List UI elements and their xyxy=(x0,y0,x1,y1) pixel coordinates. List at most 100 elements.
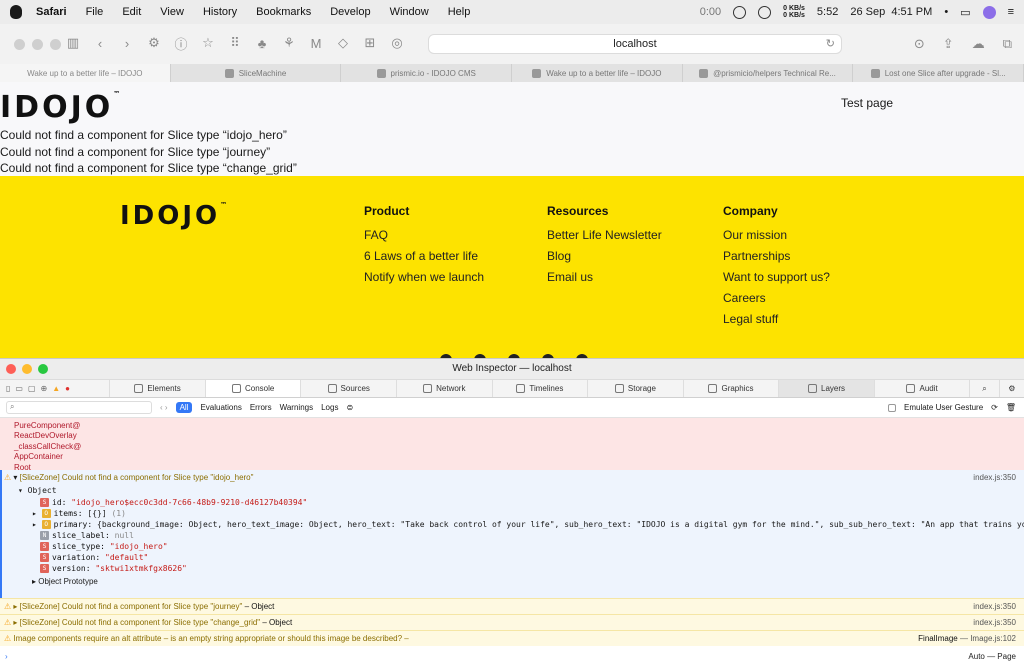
stack-frame[interactable]: ReactDevOverlay xyxy=(14,431,1010,441)
prop-primary[interactable]: ▸ Oprimary: {background_image: Object, h… xyxy=(32,520,1024,529)
tab-graphics[interactable]: Graphics xyxy=(682,380,779,397)
minimize-window-button[interactable] xyxy=(32,38,43,50)
timer-readout[interactable]: 0:00 xyxy=(700,6,721,18)
warning-header[interactable]: ⚠ ▾ [SliceZone] Could not find a compone… xyxy=(4,473,1024,482)
extension-icon-3[interactable]: M xyxy=(309,36,323,51)
tab-3[interactable]: prismic.io - IDOJO CMS xyxy=(341,64,513,82)
reload-icon[interactable]: ⟳ xyxy=(991,403,998,412)
source-link[interactable]: index.js:350 xyxy=(973,618,1016,627)
filter-all-button[interactable]: All xyxy=(175,402,193,413)
warning-count-icon[interactable]: ▲ xyxy=(52,384,60,393)
execution-context-selector[interactable]: Auto — Page xyxy=(968,652,1016,661)
filter-input[interactable]: ⌕ xyxy=(6,401,152,414)
extension-icon-4[interactable]: ◇ xyxy=(336,35,350,50)
menu-edit[interactable]: Edit xyxy=(122,6,141,18)
tab-4[interactable]: Wake up to a better life – IDOJO xyxy=(512,64,683,82)
zoom-window-button[interactable] xyxy=(50,38,61,50)
star-icon[interactable]: ☆ xyxy=(201,35,215,50)
close-window-button[interactable] xyxy=(14,38,25,50)
tab-console[interactable]: Console xyxy=(204,380,301,397)
menu-bookmarks[interactable]: Bookmarks xyxy=(256,6,311,18)
trash-icon[interactable]: 🗑 xyxy=(1006,403,1016,412)
stack-frame[interactable]: PureComponent@ xyxy=(14,421,1010,431)
download-icon[interactable]: ⊙ xyxy=(914,36,925,52)
tab-audit[interactable]: Audit xyxy=(873,380,970,397)
footer-link[interactable]: Our mission xyxy=(723,228,830,242)
battery-time[interactable]: 5:52 xyxy=(817,6,838,18)
tab-elements[interactable]: Elements xyxy=(109,380,205,397)
object-root[interactable]: ▾ Object xyxy=(18,486,1024,495)
footer-logo[interactable]: IDOJO™ xyxy=(120,201,227,231)
info-icon[interactable]: ⓘ xyxy=(174,36,188,52)
footer-link[interactable]: Want to support us? xyxy=(723,270,830,284)
footer-link[interactable]: Legal stuff xyxy=(723,312,830,326)
dot-icon[interactable]: • xyxy=(944,6,948,18)
console-warning-row[interactable]: ⚠ ▸ [SliceZone] Could not find a compone… xyxy=(0,598,1024,614)
reload-icon[interactable]: ↻ xyxy=(826,35,835,54)
extension-icon-5[interactable]: ⊞ xyxy=(363,35,377,50)
inspector-zoom-button[interactable] xyxy=(38,364,48,374)
site-logo[interactable]: IDOJO™ xyxy=(0,90,120,125)
nav-arrows-icon[interactable]: ‹ › xyxy=(160,403,168,412)
stack-frame[interactable]: _classCallCheck@ xyxy=(14,442,1010,452)
filter-errors-button[interactable]: Errors xyxy=(250,403,272,412)
control-center-icon[interactable]: ▭ xyxy=(960,6,970,19)
icloud-icon[interactable]: ☁ xyxy=(972,36,985,52)
footer-link[interactable]: 6 Laws of a better life xyxy=(364,249,484,263)
date-time[interactable]: 26 Sep 4:51 PM xyxy=(850,6,932,18)
tab-overview-icon[interactable]: ⧉ xyxy=(1003,36,1012,52)
menu-view[interactable]: View xyxy=(160,6,184,18)
stack-frame[interactable]: AppContainer xyxy=(14,452,1010,462)
footer-link[interactable]: FAQ xyxy=(364,228,484,242)
tab-layers[interactable]: Layers xyxy=(778,380,874,397)
error-count-icon[interactable]: ● xyxy=(65,384,70,393)
tab-timelines[interactable]: Timelines xyxy=(491,380,588,397)
extension-icon-2[interactable]: ⚘ xyxy=(282,35,296,50)
focus-icon[interactable] xyxy=(733,5,747,19)
console-prompt[interactable]: › Auto — Page xyxy=(0,646,1024,666)
menu-history[interactable]: History xyxy=(203,6,237,18)
tab-sources[interactable]: Sources xyxy=(300,380,396,397)
apple-icon[interactable] xyxy=(10,5,22,19)
disclosure-triangle-icon[interactable]: ▾ xyxy=(13,473,17,482)
sidebar-icon[interactable]: ▥ xyxy=(66,35,80,50)
footer-link[interactable]: Notify when we launch xyxy=(364,270,484,284)
siri-icon[interactable] xyxy=(982,5,996,19)
source-link[interactable]: index.js:350 xyxy=(973,602,1016,611)
notification-icon[interactable]: ≡ xyxy=(1008,6,1014,18)
search-icon[interactable]: ⌕ xyxy=(969,380,998,397)
inspector-close-button[interactable] xyxy=(6,364,16,374)
tab-5[interactable]: @prismicio/helpers Technical Re... xyxy=(683,64,854,82)
undock-icon[interactable]: ▢ xyxy=(28,384,36,393)
extension-icon-6[interactable]: ◎ xyxy=(390,35,404,50)
filter-logs-button[interactable]: Logs xyxy=(321,403,338,412)
extension-icon[interactable]: ♣ xyxy=(255,36,269,51)
menu-file[interactable]: File xyxy=(86,6,104,18)
menu-develop[interactable]: Develop xyxy=(330,6,370,18)
footer-link[interactable]: Partnerships xyxy=(723,249,830,263)
tab-storage[interactable]: Storage xyxy=(587,380,683,397)
dock-left-icon[interactable]: ▯ xyxy=(6,384,10,393)
footer-link[interactable]: Better Life Newsletter xyxy=(547,228,662,242)
inspector-minimize-button[interactable] xyxy=(22,364,32,374)
source-link[interactable]: index.js:350 xyxy=(973,473,1016,482)
emulate-gesture-checkbox[interactable] xyxy=(888,403,896,412)
share-icon[interactable]: ⇪ xyxy=(943,36,954,52)
back-icon[interactable]: ‹ xyxy=(93,36,107,51)
dock-bottom-icon[interactable]: ▭ xyxy=(15,384,23,393)
contrast-icon[interactable] xyxy=(758,5,772,19)
source-link[interactable]: FinalImage — Image.js:102 xyxy=(918,634,1016,643)
console-warning-row[interactable]: ⚠ Image components require an alt attrib… xyxy=(0,630,1024,646)
object-prototype[interactable]: ▸ Object Prototype xyxy=(32,577,1024,586)
filter-evaluations-button[interactable]: Evaluations xyxy=(200,403,241,412)
filter-warnings-button[interactable]: Warnings xyxy=(280,403,314,412)
menu-app-name[interactable]: Safari xyxy=(36,6,67,18)
tab-2[interactable]: SliceMachine xyxy=(171,64,342,82)
tab-1[interactable]: Wake up to a better life – IDOJO xyxy=(0,64,171,82)
grid-icon[interactable]: ⠿ xyxy=(228,35,242,50)
nav-link-test-page[interactable]: Test page xyxy=(841,96,893,110)
tab-6[interactable]: Lost one Slice after upgrade - Sl... xyxy=(853,64,1024,82)
menu-help[interactable]: Help xyxy=(448,6,471,18)
forward-icon[interactable]: › xyxy=(120,36,134,51)
target-icon[interactable]: ⊕ xyxy=(41,384,48,393)
